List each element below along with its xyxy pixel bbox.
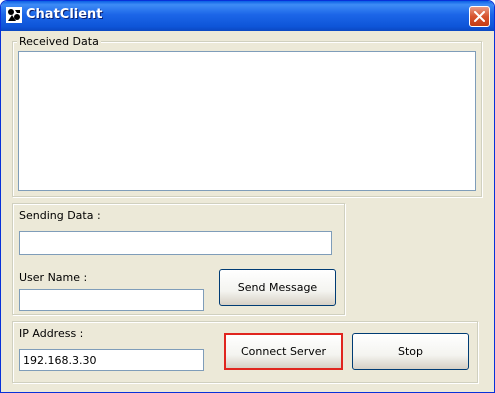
user-name-input[interactable] [19,289,204,311]
stop-button[interactable]: Stop [352,333,469,370]
ip-address-label: IP Address : [19,327,84,340]
chat-app-icon [6,7,22,23]
sending-data-label: Sending Data : [19,209,101,222]
window-title: ChatClient [26,7,103,22]
ip-address-input[interactable] [19,349,204,371]
close-icon [474,11,485,22]
connect-server-button[interactable]: Connect Server [224,333,343,370]
close-button[interactable] [469,6,490,27]
send-message-button[interactable]: Send Message [219,269,336,306]
received-data-textarea[interactable] [18,51,476,191]
user-name-label: User Name : [19,271,88,284]
title-bar[interactable]: ChatClient [1,1,494,31]
sending-data-input[interactable] [19,231,332,255]
chatclient-window: ChatClient Received Data Sending Data : … [0,0,495,393]
received-data-label: Received Data [17,35,101,48]
